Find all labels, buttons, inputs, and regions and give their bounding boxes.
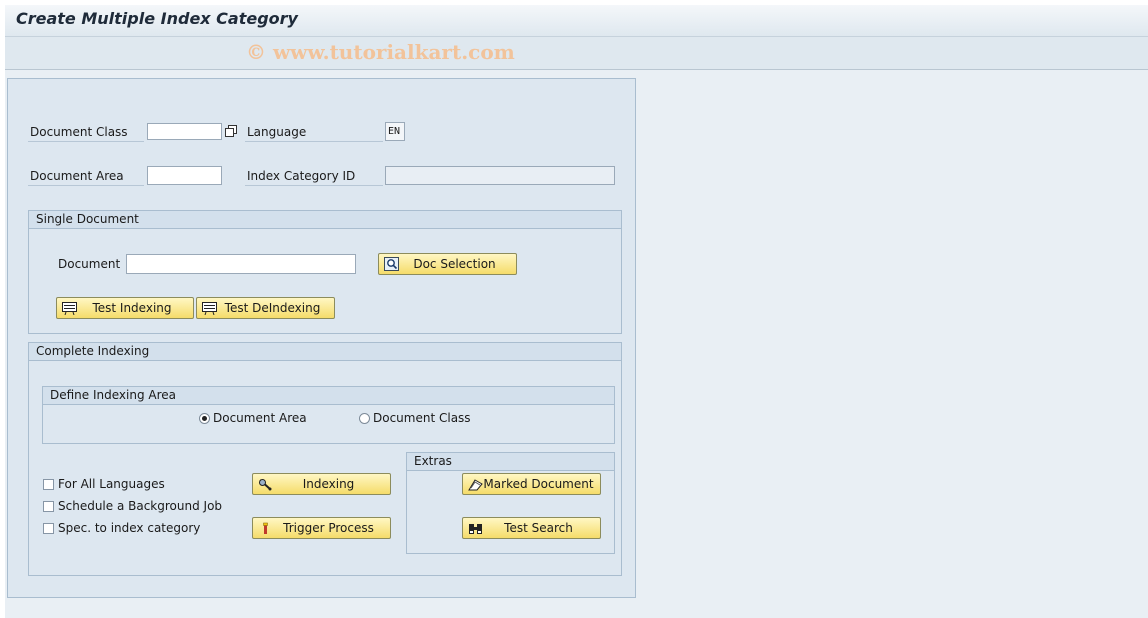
document-class-radio[interactable]: [359, 413, 370, 424]
document-area-label-row: Document Area: [28, 168, 144, 186]
test-indexing-icon: [61, 301, 77, 315]
trigger-process-label: Trigger Process: [283, 521, 374, 535]
test-deindexing-button[interactable]: Test DeIndexing: [196, 297, 335, 319]
indexing-label: Indexing: [302, 477, 355, 491]
test-search-label: Test Search: [504, 521, 573, 535]
marked-document-label: Marked Document: [483, 477, 594, 491]
single-document-group-header: Single Document: [29, 211, 621, 229]
spec-index-category-label: Spec. to index category: [58, 521, 201, 535]
spec-index-category-checkbox[interactable]: [43, 523, 54, 534]
complete-indexing-group-header: Complete Indexing: [29, 343, 621, 361]
index-category-id-field[interactable]: [385, 166, 615, 185]
document-area-label: Document Area: [30, 169, 124, 183]
for-all-languages-checkbox[interactable]: [43, 479, 54, 490]
radio-selected-dot: [202, 416, 207, 421]
doc-search-icon: [383, 257, 399, 271]
document-class-radio-label: Document Class: [373, 411, 471, 425]
trigger-process-icon: [257, 521, 273, 535]
indexing-icon: [257, 477, 273, 491]
language-label-row: Language: [245, 124, 383, 142]
document-area-radio-label: Document Area: [213, 411, 307, 425]
test-search-button[interactable]: Test Search: [462, 517, 601, 539]
index-category-id-label-row: Index Category ID: [245, 168, 383, 186]
test-indexing-label: Test Indexing: [92, 301, 172, 315]
schedule-background-job-checkbox[interactable]: [43, 501, 54, 512]
marked-document-button[interactable]: Marked Document: [462, 473, 601, 495]
document-label: Document: [58, 257, 121, 271]
document-input[interactable]: [126, 254, 356, 274]
document-area-input[interactable]: [147, 166, 222, 185]
define-indexing-area-title: Define Indexing Area: [50, 388, 177, 402]
application-toolbar: [5, 37, 1148, 70]
document-class-label: Document Class: [30, 125, 128, 139]
binoculars-icon: [467, 521, 483, 535]
single-document-title: Single Document: [36, 212, 139, 226]
language-field[interactable]: EN: [385, 122, 405, 141]
indexing-button[interactable]: Indexing: [252, 473, 391, 495]
extras-group-header: Extras: [407, 453, 614, 471]
define-indexing-area-header: Define Indexing Area: [43, 387, 614, 405]
language-label: Language: [247, 125, 307, 139]
extras-title: Extras: [414, 454, 452, 468]
test-deindexing-icon: [201, 301, 217, 315]
index-category-id-label: Index Category ID: [247, 169, 356, 183]
document-class-label-row: Document Class: [28, 124, 144, 142]
doc-selection-button[interactable]: Doc Selection: [378, 253, 517, 275]
test-deindexing-label: Test DeIndexing: [224, 301, 321, 315]
test-indexing-button[interactable]: Test Indexing: [56, 297, 194, 319]
complete-indexing-title: Complete Indexing: [36, 344, 150, 358]
watermark-text: © www.tutorialkart.com: [246, 40, 515, 64]
matchcode-icon[interactable]: [224, 124, 238, 138]
trigger-process-button[interactable]: Trigger Process: [252, 517, 391, 539]
schedule-background-job-label: Schedule a Background Job: [58, 499, 223, 513]
doc-selection-label: Doc Selection: [413, 257, 496, 271]
for-all-languages-label: For All Languages: [58, 477, 165, 491]
document-class-input[interactable]: [147, 123, 222, 140]
page-title: Create Multiple Index Category: [16, 9, 298, 28]
document-area-radio[interactable]: [199, 413, 210, 424]
define-indexing-area-group: Define Indexing Area: [42, 386, 615, 444]
marked-document-icon: [467, 477, 483, 491]
